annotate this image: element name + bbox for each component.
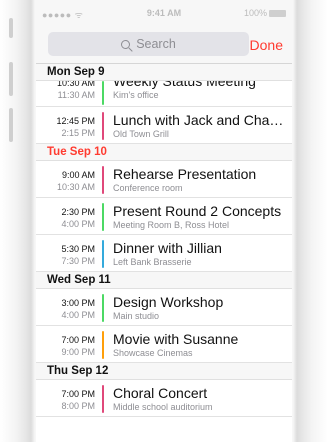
event-start-time: 12:45 PM (56, 116, 95, 126)
event-start-time: 9:00 AM (61, 170, 95, 180)
event-location: Old Town Grill (113, 129, 169, 139)
calendar-color-bar (102, 166, 104, 194)
phone-frame-left (0, 0, 36, 442)
event-end-time: 9:00 PM (61, 347, 95, 357)
event-row[interactable]: 2:30 PM 4:00 PM Present Round 2 Concepts Me… (36, 198, 292, 235)
event-row[interactable]: 7:00 PM 8:00 PM Choral Concert Middle schoo… (36, 380, 292, 417)
event-end-time: 8:00 PM (61, 401, 95, 411)
event-row[interactable]: 7:00 PM 9:00 PM Movie with Susanne Showcase… (36, 326, 292, 363)
mute-switch (9, 18, 13, 38)
calendar-color-bar (102, 331, 104, 359)
event-row[interactable]: 9:00 AM 10:30 AM Rehearse Presentation Conf… (36, 161, 292, 198)
event-row[interactable]: 3:00 PM 4:00 PM Design Workshop Main studio (36, 289, 292, 326)
event-title: Lunch with Jack and Cha… (113, 112, 284, 128)
event-start-time: 7:00 PM (61, 335, 95, 345)
phone-frame-right (292, 0, 328, 442)
event-end-time: 7:30 PM (61, 256, 95, 266)
screen: ●●●●● ᯤ 9:41 AM 100% Search Done Mon Sep… (36, 0, 292, 442)
search-input[interactable]: Search (48, 32, 249, 56)
event-title: Dinner with Jillian (113, 240, 222, 256)
event-row[interactable]: 12:45 PM 2:15 PM Lunch with Jack and Cha… O… (36, 107, 292, 144)
section-header: Wed Sep 11 (36, 272, 292, 289)
calendar-color-bar (102, 240, 104, 268)
event-location: Main studio (113, 311, 160, 321)
battery-icon (269, 10, 286, 18)
search-bar: Search Done (36, 22, 292, 64)
event-location: Kim's office (113, 90, 159, 100)
event-row[interactable]: 10:30 AM 11:30 AM Weekly Status Meeting Kim… (36, 81, 292, 107)
done-button[interactable]: Done (250, 37, 283, 53)
section-header: Mon Sep 9 (36, 64, 292, 81)
event-location: Showcase Cinemas (113, 348, 193, 358)
event-start-time: 5:30 PM (61, 244, 95, 254)
calendar-color-bar (102, 385, 104, 413)
search-placeholder: Search (136, 37, 176, 51)
event-location: Middle school auditorium (113, 402, 213, 412)
section-header: Tue Sep 10 (36, 144, 292, 161)
event-end-time: 2:15 PM (61, 128, 95, 138)
volume-up-button (9, 62, 13, 96)
section-header: Thu Sep 12 (36, 363, 292, 380)
event-title: Movie with Susanne (113, 331, 239, 347)
event-title: Choral Concert (113, 385, 208, 401)
event-end-time: 11:30 AM (57, 90, 95, 100)
search-icon (121, 40, 131, 49)
event-start-time: 2:30 PM (61, 207, 95, 217)
calendar-color-bar (102, 112, 104, 140)
event-start-time: 7:00 PM (61, 389, 95, 399)
calendar-color-bar (102, 81, 104, 105)
calendar-color-bar (102, 203, 104, 231)
event-location: Meeting Room B, Ross Hotel (113, 220, 230, 230)
event-title: Weekly Status Meeting (113, 81, 256, 89)
event-title: Present Round 2 Concepts (113, 203, 282, 219)
event-end-time: 4:00 PM (61, 219, 95, 229)
event-location: Conference room (113, 183, 183, 193)
event-list: Mon Sep 9 10:30 AM 11:30 AM Weekly Status M… (36, 64, 292, 417)
status-bar: ●●●●● ᯤ 9:41 AM 100% (36, 0, 292, 22)
volume-down-button (9, 108, 13, 142)
event-start-time: 10:30 AM (56, 81, 95, 88)
event-row[interactable]: 5:30 PM 7:30 PM Dinner with Jillian Left Ba… (36, 235, 292, 272)
event-title: Design Workshop (113, 294, 224, 310)
calendar-color-bar (102, 294, 104, 322)
event-title: Rehearse Presentation (113, 166, 257, 182)
battery-indicator: 100% (244, 8, 286, 18)
event-end-time: 4:00 PM (61, 310, 95, 320)
event-start-time: 3:00 PM (61, 298, 95, 308)
event-location: Left Bank Brasserie (113, 257, 192, 267)
event-end-time: 10:30 AM (56, 182, 95, 192)
battery-percent: 100% (243, 8, 267, 18)
